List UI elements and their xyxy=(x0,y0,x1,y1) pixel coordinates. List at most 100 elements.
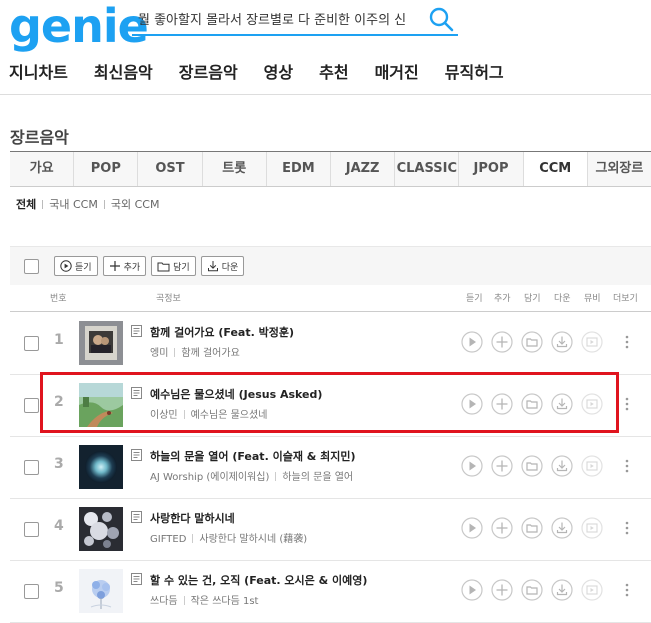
list-header: 번호 곡정보 듣기 추가 담기 다운 뮤비 더보기 xyxy=(0,291,651,311)
folder-icon[interactable] xyxy=(521,331,543,353)
tab-ccm[interactable]: CCM xyxy=(523,152,588,186)
album-art[interactable] xyxy=(79,507,123,551)
song-title[interactable]: 함께 걸어가요 (Feat. 박정훈) xyxy=(150,324,294,340)
tab-other[interactable]: 그외장르 xyxy=(588,152,651,186)
tab-edm[interactable]: EDM xyxy=(267,152,332,186)
more-options-icon[interactable] xyxy=(624,334,630,350)
download-all-button[interactable]: 다운 xyxy=(200,256,245,276)
download-label: 다운 xyxy=(221,262,239,273)
folder-icon[interactable] xyxy=(521,517,543,539)
add-all-button[interactable]: 추가 xyxy=(102,256,147,276)
song-rank: 3 xyxy=(54,456,64,472)
download-icon[interactable] xyxy=(551,517,573,539)
row-checkbox[interactable] xyxy=(24,336,39,351)
add-icon[interactable] xyxy=(491,517,513,539)
download-icon[interactable] xyxy=(551,579,573,601)
lyrics-icon[interactable] xyxy=(131,325,142,337)
more-options-icon[interactable] xyxy=(624,458,630,474)
search-bar[interactable] xyxy=(132,4,458,36)
album-art[interactable] xyxy=(79,569,123,613)
song-title[interactable]: 하늘의 문을 열어 (Feat. 이슬재 & 최지민) xyxy=(150,448,356,464)
add-icon[interactable] xyxy=(491,579,513,601)
more-options-icon[interactable] xyxy=(624,520,630,536)
play-icon[interactable] xyxy=(461,517,483,539)
row-checkbox[interactable] xyxy=(24,584,39,599)
album-name[interactable]: 하늘의 문을 열어 xyxy=(282,472,353,483)
row-checkbox[interactable] xyxy=(24,522,39,537)
genie-logo[interactable]: genie xyxy=(9,0,149,54)
more-options-icon[interactable] xyxy=(624,582,630,598)
listen-all-button[interactable]: 듣기 xyxy=(54,256,98,276)
nav-item-genre[interactable]: 장르음악 xyxy=(179,61,238,85)
header-more: 더보기 xyxy=(613,294,638,304)
tab-pop[interactable]: POP xyxy=(74,152,139,186)
list-toolbar: 듣기 추가 담기 다운 xyxy=(10,246,651,285)
search-input[interactable] xyxy=(132,4,428,32)
nav-item-video[interactable]: 영상 xyxy=(264,61,293,85)
artist-name[interactable]: GIFTED xyxy=(150,534,186,545)
tab-jazz[interactable]: JAZZ xyxy=(331,152,396,186)
play-icon[interactable] xyxy=(461,455,483,477)
header-divider xyxy=(0,94,651,95)
filter-domestic-ccm[interactable]: 국내 CCM xyxy=(49,196,98,212)
filter-separator xyxy=(42,199,44,209)
separator xyxy=(183,596,185,605)
nav-item-magazine[interactable]: 매거진 xyxy=(375,61,419,85)
download-icon[interactable] xyxy=(551,331,573,353)
music-video-icon xyxy=(581,517,603,539)
music-video-icon xyxy=(581,331,603,353)
separator xyxy=(174,348,176,357)
song-title[interactable]: 사랑한다 말하시네 xyxy=(150,510,235,526)
filter-foreign-ccm[interactable]: 국외 CCM xyxy=(111,196,160,212)
song-artist-line: AJ Worship (에이제이워십) 하늘의 문을 열어 xyxy=(150,468,353,483)
download-icon xyxy=(207,261,218,272)
tab-kpop[interactable]: 가요 xyxy=(10,152,75,186)
song-rank: 1 xyxy=(54,332,64,348)
lyrics-icon[interactable] xyxy=(131,511,142,523)
nav-item-musichug[interactable]: 뮤직허그 xyxy=(445,61,504,85)
play-icon[interactable] xyxy=(461,331,483,353)
listen-label: 듣기 xyxy=(75,262,92,273)
album-art[interactable] xyxy=(79,321,123,365)
filter-all[interactable]: 전체 xyxy=(16,196,36,212)
header-download: 다운 xyxy=(554,294,571,304)
tab-jpop[interactable]: JPOP xyxy=(459,152,524,186)
play-icon[interactable] xyxy=(461,579,483,601)
select-all-checkbox[interactable] xyxy=(24,258,39,274)
folder-icon[interactable] xyxy=(521,455,543,477)
separator xyxy=(275,472,277,481)
music-video-icon xyxy=(581,579,603,601)
filter-separator xyxy=(103,199,105,209)
add-icon[interactable] xyxy=(491,331,513,353)
nav-item-chart[interactable]: 지니차트 xyxy=(9,61,68,85)
save-all-button[interactable]: 담기 xyxy=(151,256,196,276)
lyrics-icon[interactable] xyxy=(131,573,142,585)
folder-icon[interactable] xyxy=(521,579,543,601)
album-name[interactable]: 작은 쓰다듬 1st xyxy=(191,596,259,607)
header-add: 추가 xyxy=(494,294,511,304)
artist-name[interactable]: AJ Worship (에이제이워십) xyxy=(150,472,269,483)
download-icon[interactable] xyxy=(551,455,573,477)
add-icon[interactable] xyxy=(491,455,513,477)
table-row: 4 사랑한다 말하시네 GIFTED 사랑한다 말하시네 (藉袭) xyxy=(10,498,651,561)
nav-item-new-music[interactable]: 최신음악 xyxy=(94,61,153,85)
search-icon[interactable] xyxy=(428,6,454,32)
header-movie: 뮤비 xyxy=(584,294,601,304)
album-name[interactable]: 함께 걸어가요 xyxy=(181,348,239,359)
song-rank: 5 xyxy=(54,580,64,596)
tab-classic[interactable]: CLASSIC xyxy=(395,152,460,186)
tab-trot[interactable]: 트롯 xyxy=(203,152,267,186)
lyrics-icon[interactable] xyxy=(131,449,142,461)
row-checkbox[interactable] xyxy=(24,460,39,475)
tab-ost[interactable]: OST xyxy=(138,152,203,186)
nav-item-recommend[interactable]: 추천 xyxy=(319,61,348,85)
row-checkbox[interactable] xyxy=(24,398,39,413)
album-art[interactable] xyxy=(79,445,123,489)
artist-name[interactable]: 엥미 xyxy=(150,348,168,359)
artist-name[interactable]: 쓰다듬 xyxy=(150,596,178,607)
song-title[interactable]: 할 수 있는 건, 오직 (Feat. 오시은 & 이예영) xyxy=(150,572,367,588)
song-rank: 4 xyxy=(54,518,64,534)
header-listen: 듣기 xyxy=(466,294,483,304)
more-options-icon[interactable] xyxy=(624,396,630,412)
album-name[interactable]: 사랑한다 말하시네 (藉袭) xyxy=(199,534,307,545)
